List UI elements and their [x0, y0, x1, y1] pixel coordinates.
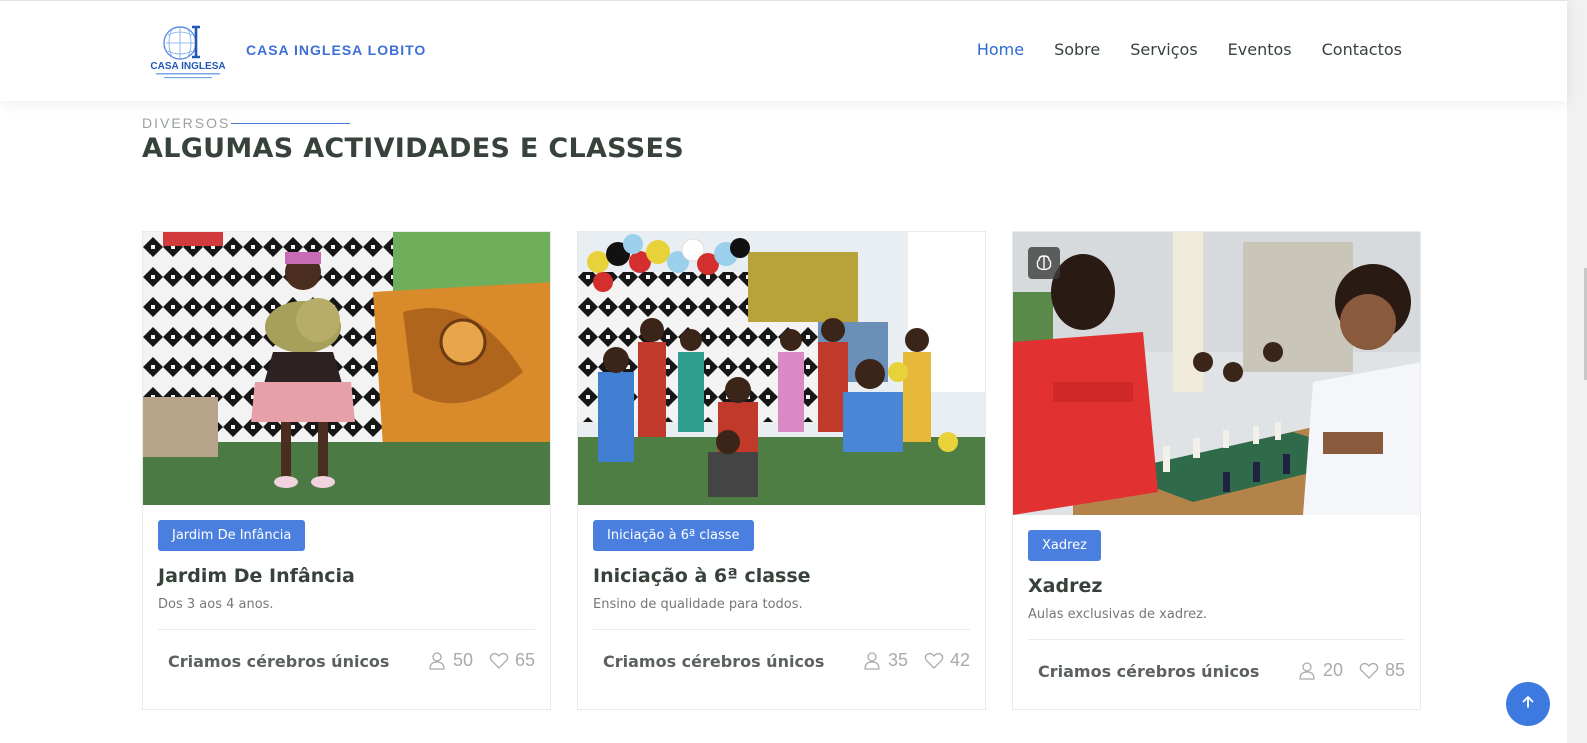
section-title: ALGUMAS ACTIVIDADES E CLASSES [142, 133, 684, 164]
heart-icon [1359, 662, 1379, 680]
likes-count: 42 [949, 650, 970, 670]
course-card-xadrez[interactable]: Xadrez Xadrez Aulas exclusivas de xadrez… [1012, 231, 1421, 710]
card-footer: Criamos cérebros únicos 35 42 [593, 629, 970, 700]
card-title[interactable]: Iniciação à 6ª classe [593, 565, 970, 587]
section-subtitle: DIVERSOS [142, 115, 231, 131]
heart-icon [489, 652, 509, 670]
likes-count: 65 [514, 650, 535, 670]
category-badge[interactable]: Xadrez [1028, 530, 1102, 561]
scrollbar[interactable] [1567, 0, 1587, 743]
card-image [143, 232, 550, 505]
users-count: 20 [1322, 660, 1343, 680]
card-image [1013, 232, 1420, 515]
card-stats: 50 65 [427, 650, 535, 671]
card-title[interactable]: Xadrez [1028, 575, 1405, 597]
card-tagline: Criamos cérebros únicos [1038, 662, 1260, 681]
arrow-up-icon [1520, 694, 1536, 715]
user-icon [427, 651, 447, 671]
card-footer: Criamos cérebros únicos 50 65 [158, 629, 535, 700]
nav-sobre[interactable]: Sobre [1054, 40, 1100, 59]
likes-count: 85 [1384, 660, 1405, 680]
user-icon [1297, 661, 1317, 681]
main-nav: Home Sobre Serviços Eventos Contactos [977, 40, 1402, 59]
card-description: Dos 3 aos 4 anos. [158, 597, 274, 612]
logo[interactable]: CASA INGLESA [148, 23, 228, 81]
site-header: CASA INGLESA CASA INGLESA LOBITO Home So… [0, 0, 1567, 101]
heart-icon [924, 652, 944, 670]
back-to-top-button[interactable] [1506, 682, 1550, 726]
svg-text:CASA INGLESA: CASA INGLESA [150, 61, 225, 72]
card-description: Aulas exclusivas de xadrez. [1028, 607, 1208, 622]
course-card-jardim[interactable]: Jardim De Infância Jardim De Infância Do… [142, 231, 551, 710]
users-count: 50 [452, 650, 473, 670]
card-title[interactable]: Jardim De Infância [158, 565, 535, 587]
card-tagline: Criamos cérebros únicos [168, 652, 390, 671]
course-card-iniciacao[interactable]: Iniciação à 6ª classe Iniciação à 6ª cla… [577, 231, 986, 710]
brain-icon [1028, 247, 1060, 279]
nav-contactos[interactable]: Contactos [1322, 40, 1402, 59]
category-badge[interactable]: Iniciação à 6ª classe [593, 520, 754, 551]
category-badge[interactable]: Jardim De Infância [158, 520, 306, 551]
card-stats: 35 42 [862, 650, 970, 671]
nav-servicos[interactable]: Serviços [1130, 40, 1197, 59]
card-tagline: Criamos cérebros únicos [603, 652, 825, 671]
card-image [578, 232, 985, 505]
card-stats: 20 85 [1297, 660, 1405, 681]
nav-home[interactable]: Home [977, 40, 1024, 59]
card-footer: Criamos cérebros únicos 20 85 [1028, 639, 1405, 709]
users-count: 35 [887, 650, 908, 670]
section-divider [231, 123, 350, 124]
user-icon [862, 651, 882, 671]
card-description: Ensino de qualidade para todos. [593, 597, 803, 612]
brand-name[interactable]: CASA INGLESA LOBITO [246, 42, 426, 58]
nav-eventos[interactable]: Eventos [1228, 40, 1292, 59]
